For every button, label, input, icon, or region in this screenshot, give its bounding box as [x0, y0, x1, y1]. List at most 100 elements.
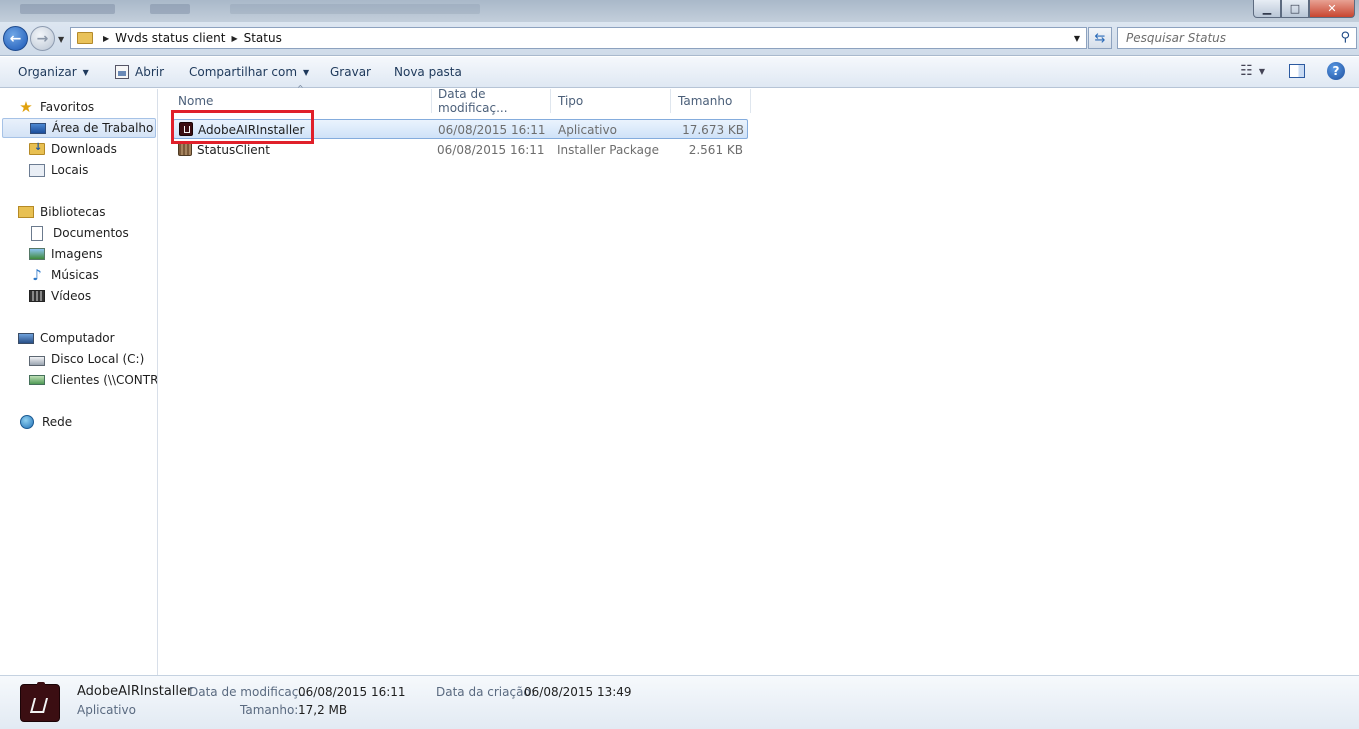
nav-images[interactable]: Imagens [29, 244, 102, 264]
file-size: 2.561 KB [688, 143, 743, 157]
breadcrumb-item[interactable]: Status [244, 31, 282, 45]
details-file-name: AdobeAIRInstaller [77, 684, 193, 699]
share-button[interactable]: Compartilhar com ▼ [189, 65, 309, 79]
file-date: 06/08/2015 16:11 [438, 123, 546, 137]
recent-pages-dropdown[interactable]: ▼ [58, 35, 64, 44]
chevron-right-icon[interactable]: ▶ [103, 34, 109, 43]
details-created-value: 06/08/2015 13:49 [524, 685, 632, 699]
nav-music[interactable]: ♪ Músicas [29, 265, 99, 285]
places-icon [29, 163, 45, 177]
forward-button[interactable]: → [30, 26, 55, 51]
column-label: Data de modificaç... [438, 87, 508, 115]
column-header-name[interactable]: Nome [171, 89, 432, 113]
column-header-size[interactable]: Tamanho [671, 89, 751, 113]
details-modified-value: 06/08/2015 16:11 [298, 685, 406, 699]
organize-button[interactable]: Organizar ▼ [18, 65, 89, 79]
column-label: Nome [178, 94, 214, 108]
open-button[interactable]: Abrir [115, 65, 164, 79]
images-icon [29, 248, 45, 260]
adobe-air-icon [179, 122, 193, 136]
installer-package-icon [178, 142, 192, 156]
column-header-date[interactable]: Data de modificaç... [431, 87, 551, 115]
nav-places[interactable]: Locais [29, 160, 88, 180]
nav-documents[interactable]: Documentos [31, 223, 129, 243]
nav-label: Locais [51, 163, 89, 177]
chevron-down-icon: ▼ [303, 67, 310, 77]
help-button[interactable]: ? [1327, 62, 1345, 80]
view-controls: ☷ ▼ ? [1240, 62, 1359, 80]
details-size-label: Tamanho: [240, 703, 299, 717]
file-name: AdobeAIRInstaller [198, 123, 305, 137]
nav-label: Downloads [51, 142, 117, 156]
chevron-down-icon: ▼ [82, 67, 89, 77]
column-header-type[interactable]: Tipo [551, 89, 671, 113]
chevron-right-icon[interactable]: ▶ [231, 34, 237, 43]
nav-label: Clientes (\\CONTRO [51, 373, 158, 387]
back-button[interactable]: ← [3, 26, 28, 51]
nav-videos[interactable]: Vídeos [29, 286, 91, 306]
details-created-label: Data da criação: [436, 685, 535, 699]
organize-label: Organizar [18, 65, 77, 79]
arrow-left-icon: ← [9, 30, 22, 47]
new-folder-button[interactable]: Nova pasta [394, 65, 462, 79]
nav-libraries[interactable]: Bibliotecas [18, 202, 105, 222]
address-bar[interactable]: ▶ Wvds status client ▶ Status ▼ [70, 27, 1087, 49]
blurred-title-fragment [20, 4, 115, 14]
blurred-title-fragment [150, 4, 190, 14]
refresh-button[interactable]: ⇆ [1088, 27, 1112, 49]
window-controls: ▁ □ ✕ [1253, 0, 1355, 18]
minimize-button[interactable]: ▁ [1253, 0, 1281, 18]
nav-network[interactable]: Rede [20, 412, 72, 432]
change-view-button[interactable]: ☷ [1240, 63, 1253, 79]
downloads-icon [29, 142, 45, 155]
burn-label: Gravar [330, 65, 371, 79]
hard-disk-icon [29, 355, 45, 366]
search-input[interactable] [1126, 31, 1326, 45]
nav-network-drive[interactable]: Clientes (\\CONTRO [29, 370, 158, 390]
file-size: 17.673 KB [682, 123, 744, 137]
file-list: ^ Nome Data de modificaç... Tipo Tamanho… [159, 84, 1359, 675]
command-bar: Organizar ▼ Abrir Compartilhar com ▼ Grava… [0, 57, 1359, 88]
network-icon [20, 415, 34, 429]
title-bar: ▁ □ ✕ [0, 0, 1359, 22]
new-folder-label: Nova pasta [394, 65, 462, 79]
file-row[interactable]: StatusClient 06/08/2015 16:11 Installer … [173, 140, 748, 160]
videos-icon [29, 290, 45, 302]
file-row[interactable]: AdobeAIRInstaller 06/08/2015 16:11 Aplic… [173, 119, 748, 139]
nav-label: Rede [42, 415, 73, 429]
nav-label: Músicas [51, 268, 99, 282]
close-button[interactable]: ✕ [1309, 0, 1355, 18]
nav-computer[interactable]: Computador [18, 328, 115, 348]
documents-icon [31, 225, 43, 241]
nav-label: Favoritos [40, 100, 95, 114]
arrow-right-icon: → [36, 30, 49, 47]
nav-label: Documentos [53, 226, 129, 240]
chevron-down-icon[interactable]: ▼ [1259, 67, 1265, 76]
details-file-type: Aplicativo [77, 703, 136, 717]
nav-downloads[interactable]: Downloads [29, 139, 117, 159]
chevron-down-icon[interactable]: ▼ [1074, 34, 1080, 43]
details-modified-label: Data de modificaç... [189, 685, 310, 699]
blurred-title-fragment [230, 4, 480, 14]
burn-button[interactable]: Gravar [330, 65, 371, 79]
column-label: Tamanho [678, 94, 733, 108]
preview-pane-button[interactable] [1289, 64, 1305, 78]
maximize-button[interactable]: □ [1281, 0, 1309, 18]
nav-label: Área de Trabalho [52, 121, 154, 135]
details-size-value: 17,2 MB [298, 703, 348, 717]
nav-label: Imagens [51, 247, 103, 261]
nav-local-disk[interactable]: Disco Local (C:) [29, 349, 144, 369]
library-icon [18, 206, 34, 218]
nav-label: Computador [40, 331, 115, 345]
nav-label: Disco Local (C:) [51, 352, 145, 366]
share-label: Compartilhar com [189, 65, 298, 79]
open-icon [115, 65, 129, 79]
folder-icon [77, 32, 93, 44]
search-box[interactable]: ⚲ [1117, 27, 1357, 49]
nav-label: Bibliotecas [40, 205, 106, 219]
breadcrumb-item[interactable]: Wvds status client [115, 31, 225, 45]
nav-favorites[interactable]: ★ Favoritos [18, 97, 94, 117]
nav-desktop[interactable]: Área de Trabalho [2, 118, 156, 138]
search-icon[interactable]: ⚲ [1340, 30, 1350, 45]
address-row: ← → ▼ ▶ Wvds status client ▶ Status ▼ ⇆ … [0, 22, 1359, 56]
